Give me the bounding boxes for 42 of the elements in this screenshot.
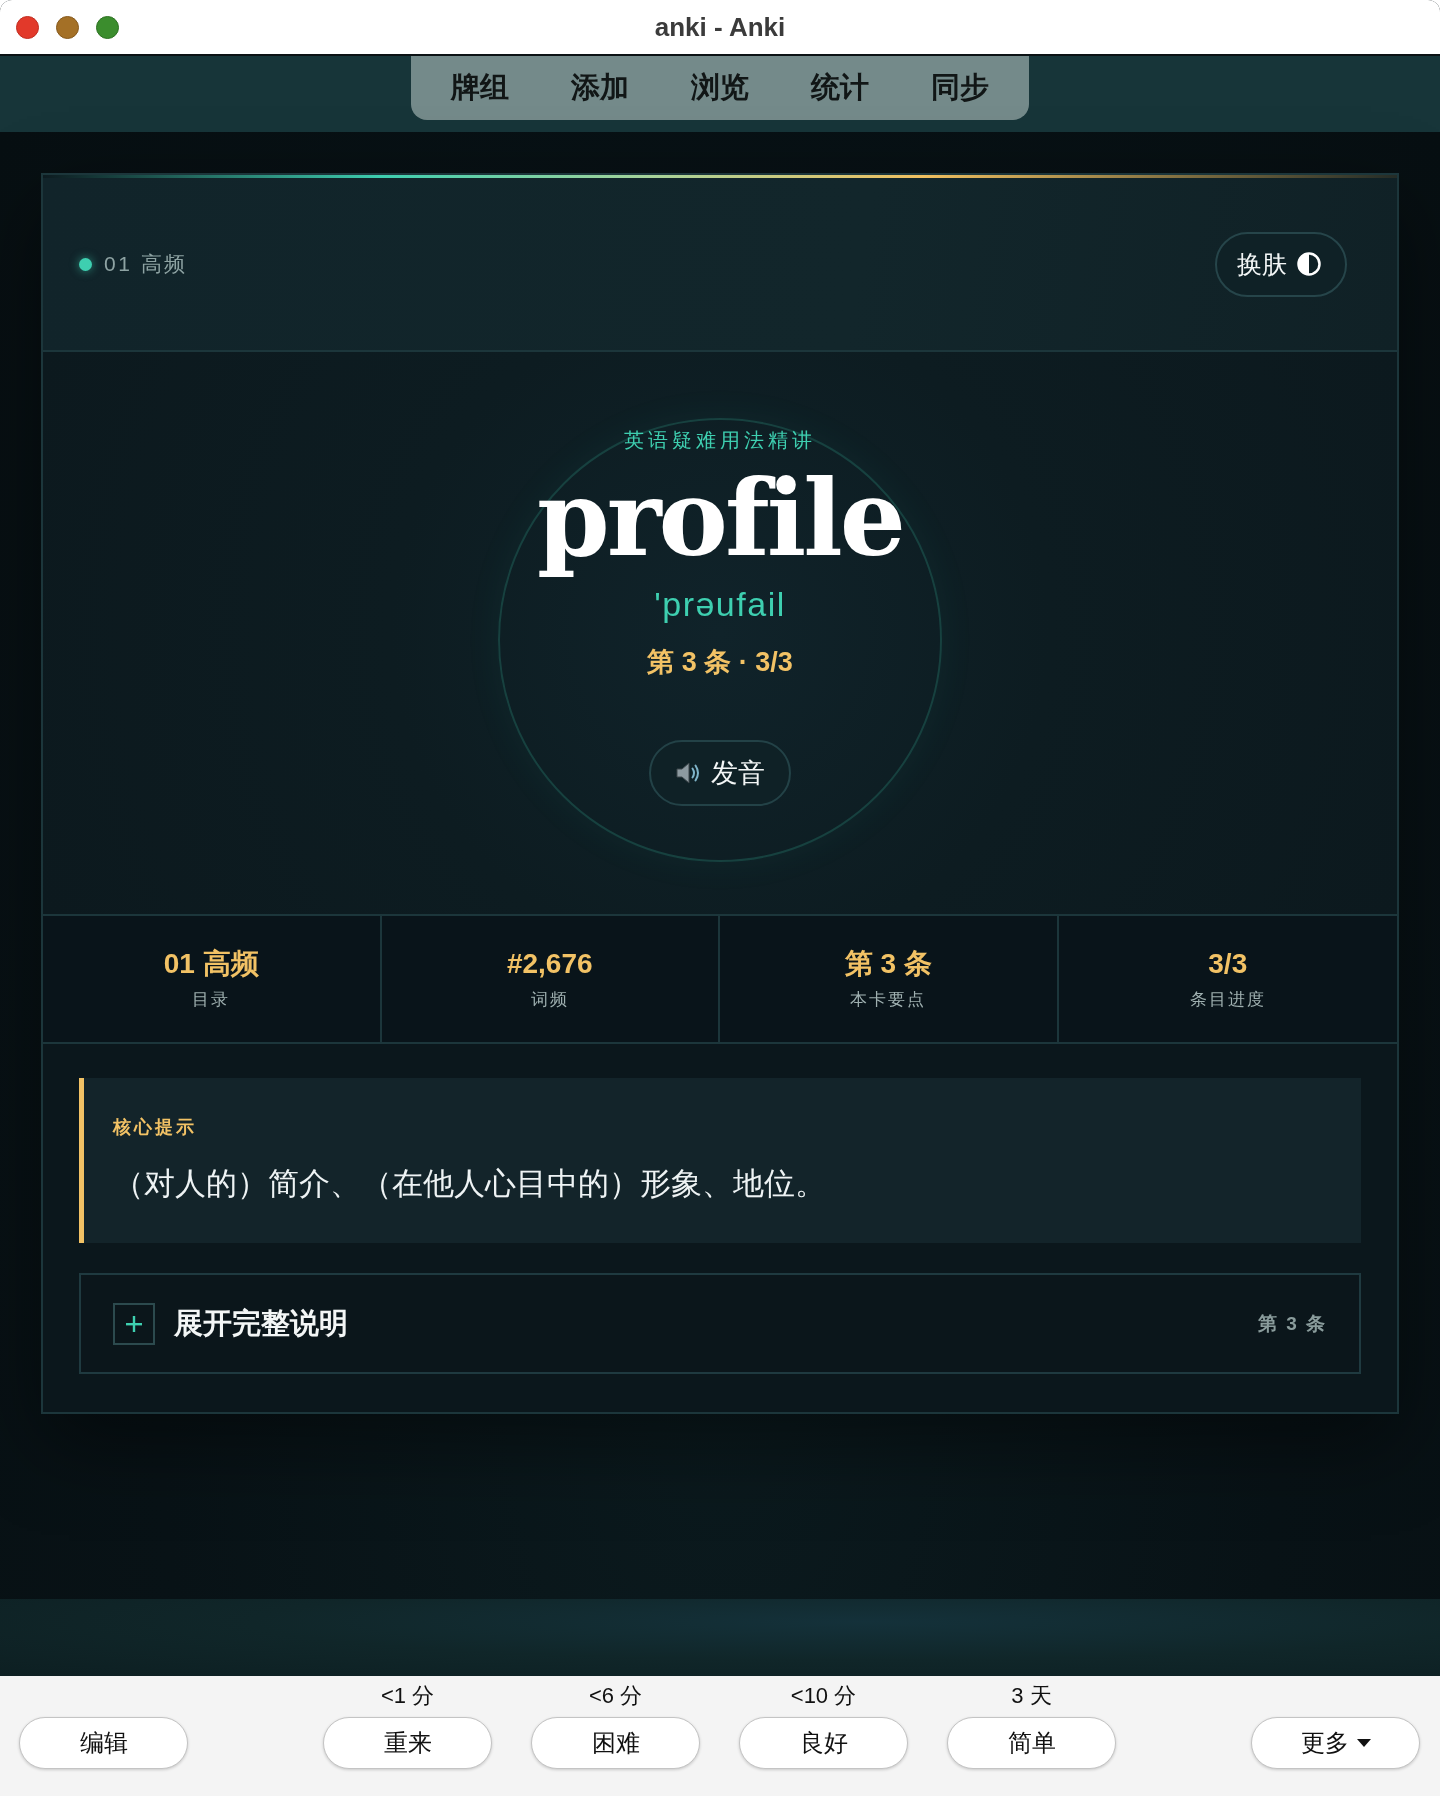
window-title: anki - Anki xyxy=(654,11,786,43)
subtitle: 英语疑难用法精讲 xyxy=(624,428,816,452)
item-note: 第 3 条 xyxy=(1257,1311,1327,1336)
expand-label: 展开完整说明 xyxy=(174,1305,349,1341)
stat-value: 3/3 xyxy=(1208,947,1248,981)
audio-button[interactable]: 发音 xyxy=(649,740,791,806)
nav-link[interactable]: 浏览 xyxy=(660,68,780,108)
answer-button[interactable]: 重来 xyxy=(323,1717,492,1769)
stat-label: 本卡要点 xyxy=(850,989,927,1011)
answer-button[interactable]: 良好 xyxy=(739,1717,908,1769)
nav-link[interactable]: 添加 xyxy=(540,68,660,108)
stat-label: 目录 xyxy=(192,989,231,1011)
minimize-button[interactable] xyxy=(56,15,79,39)
interval-label: 3 天 xyxy=(1011,1684,1052,1708)
expand-row[interactable]: 展开完整说明 第 3 条 xyxy=(79,1273,1361,1374)
skin-button[interactable]: 换肤 xyxy=(1215,231,1347,297)
contrast-icon xyxy=(1297,252,1321,276)
nav-link[interactable]: 牌组 xyxy=(420,68,540,108)
stat-value: 01 高频 xyxy=(163,947,259,981)
more-button[interactable]: 更多 xyxy=(1251,1717,1420,1769)
nav-link[interactable]: 统计 xyxy=(780,68,900,108)
interval-label: <1 分 xyxy=(380,1684,435,1708)
nav-link[interactable]: 同步 xyxy=(900,68,1020,108)
hint-title: 核心提示 xyxy=(113,1116,198,1139)
stat-value: 第 3 条 xyxy=(844,947,932,981)
answer-button[interactable]: 简单 xyxy=(947,1717,1116,1769)
caret-icon xyxy=(1356,1739,1371,1747)
stat-label: 词频 xyxy=(530,989,569,1011)
deck-label: 01 高频 xyxy=(104,251,188,277)
hint-text: （对人的）简介、（在他人心目中的）形象、地位。 xyxy=(113,1165,827,1203)
interval-label: <6 分 xyxy=(588,1684,643,1708)
status-dot-icon xyxy=(79,257,92,271)
stat-value: #2,676 xyxy=(506,947,593,981)
answer-button[interactable]: 困难 xyxy=(531,1717,700,1769)
close-button[interactable] xyxy=(16,15,39,39)
item-position: 第 3 条 · 3/3 xyxy=(647,646,793,678)
phonetic: 'prəufail xyxy=(654,584,786,624)
zoom-button[interactable] xyxy=(96,15,119,39)
interval-label: <10 分 xyxy=(790,1684,857,1708)
stat-label: 条目进度 xyxy=(1189,989,1266,1011)
edit-button[interactable]: 编辑 xyxy=(19,1717,188,1769)
headword: profile xyxy=(537,460,903,578)
